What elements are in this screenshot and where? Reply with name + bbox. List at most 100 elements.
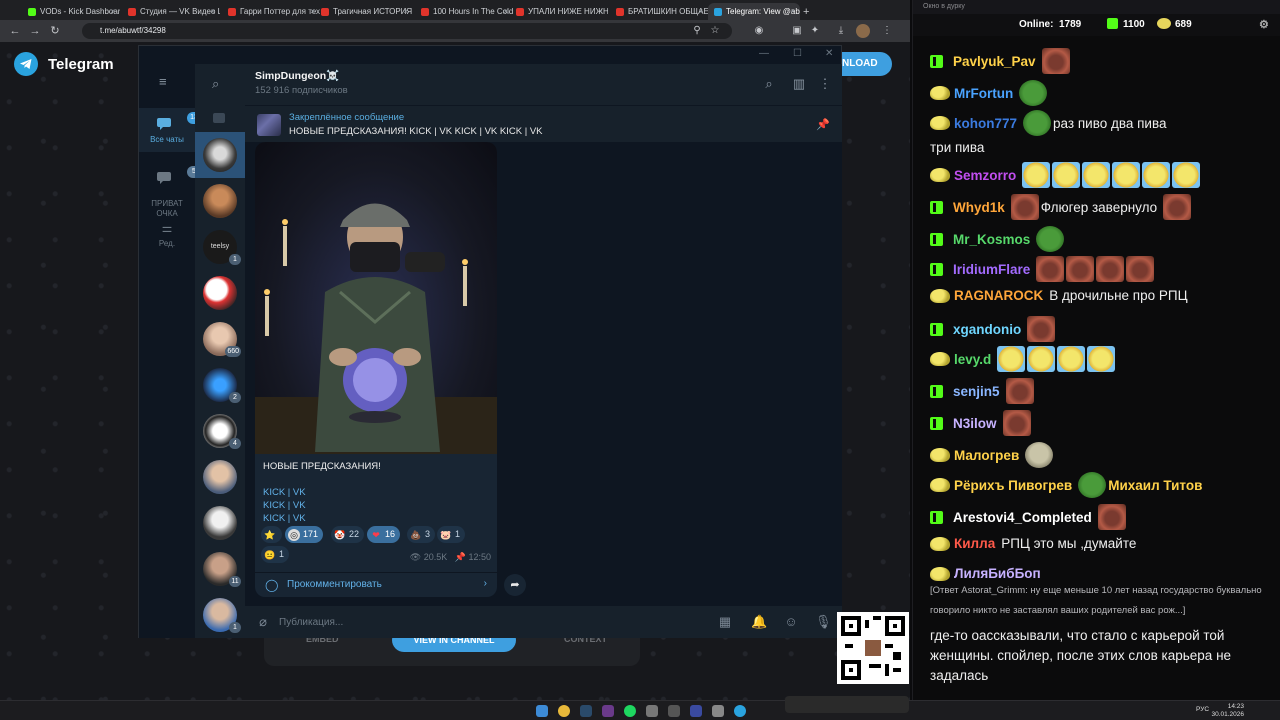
emoji-icon[interactable]: ☺ xyxy=(783,614,799,630)
extension-icon[interactable]: ▣ xyxy=(790,24,804,38)
search-icon[interactable]: ⌕ xyxy=(761,76,777,92)
spotify-icon[interactable] xyxy=(624,705,636,717)
chat-avatar[interactable] xyxy=(203,138,237,172)
reaction-pill[interactable]: ❤ 16 xyxy=(367,526,401,543)
close-tab-icon[interactable]: × xyxy=(598,7,603,16)
new-tab-button[interactable]: + xyxy=(803,3,817,20)
folder-edit[interactable]: ⚌ Ред. xyxy=(139,220,195,256)
folder-all-chats[interactable]: 13 Все чаты xyxy=(139,108,201,152)
chat-username[interactable]: Semzorro xyxy=(954,168,1016,183)
close-tab-icon[interactable]: × xyxy=(403,7,408,16)
address-bar[interactable]: t.me/abuwtf/34298 xyxy=(82,23,732,39)
post-image[interactable] xyxy=(255,142,497,454)
reload-icon[interactable]: ↻ xyxy=(48,24,62,38)
pinned-message-bar[interactable]: Закреплённое сообщение НОВЫЕ ПРЕДСКАЗАНИ… xyxy=(245,105,842,142)
share-button[interactable]: ➦ xyxy=(504,574,526,596)
attach-paperclip-icon[interactable]: ⌀ xyxy=(255,614,271,630)
reaction-pill[interactable]: 🐷 1 xyxy=(437,526,466,543)
chat-username[interactable]: xgandonio xyxy=(953,322,1021,337)
browser-tab-active[interactable]: Telegram: View @abus× xyxy=(708,3,800,20)
chat-username[interactable]: Mr_Kosmos xyxy=(953,232,1030,247)
app-icon[interactable] xyxy=(646,705,658,717)
chat-avatar[interactable] xyxy=(203,184,237,218)
app-icon[interactable] xyxy=(712,705,724,717)
reaction-star[interactable]: ⭐ xyxy=(261,526,282,543)
close-tab-icon[interactable]: × xyxy=(698,7,703,16)
chat-username[interactable]: Малогрев xyxy=(954,448,1019,463)
app-icon[interactable] xyxy=(602,705,614,717)
chat-avatar[interactable] xyxy=(203,506,237,540)
telegram-taskbar-icon[interactable] xyxy=(734,705,746,717)
windows-start-icon[interactable] xyxy=(536,705,548,717)
close-tab-icon[interactable]: × xyxy=(110,7,115,16)
youtube-favicon-icon xyxy=(228,7,236,16)
schedule-calendar-icon[interactable]: ▦ xyxy=(717,614,733,630)
close-tab-icon[interactable]: × xyxy=(210,7,215,16)
chat-username[interactable]: kohon777 xyxy=(954,116,1017,131)
bell-icon[interactable]: 🔔 xyxy=(751,614,767,630)
chat-username[interactable]: Килла xyxy=(954,536,995,551)
steam-icon[interactable] xyxy=(580,705,592,717)
hamburger-menu-icon[interactable]: ≡ xyxy=(159,75,175,88)
message-input[interactable] xyxy=(279,614,659,630)
chat-username[interactable]: IridiumFlare xyxy=(953,262,1030,277)
browser-tab[interactable]: VODs - Kick Dashboard × xyxy=(22,3,120,20)
language-indicator[interactable]: РУС xyxy=(1196,706,1209,713)
telegram-logo[interactable]: Telegram xyxy=(14,52,114,76)
channel-title[interactable]: SimpDungeon☠️ xyxy=(255,69,339,82)
minimize-icon[interactable]: — xyxy=(759,48,769,59)
search-icon[interactable]: ⌕ xyxy=(212,76,219,92)
back-icon[interactable]: ← xyxy=(8,24,22,38)
more-options-icon[interactable]: ⋮ xyxy=(817,76,833,92)
reaction-pill[interactable]: ◎ 171 xyxy=(285,526,324,543)
chat-username[interactable]: Whyd1k xyxy=(953,200,1005,215)
search-page-icon[interactable]: ⚲ xyxy=(690,24,704,38)
download-icon[interactable]: ⤓ xyxy=(834,24,848,38)
close-tab-icon[interactable]: × xyxy=(503,7,508,16)
app-icon[interactable] xyxy=(668,705,680,717)
clock[interactable]: 14:23 30.01.2026 xyxy=(1211,703,1244,719)
reaction-pill[interactable]: 🤡 22 xyxy=(331,526,365,543)
browser-tab[interactable]: Трагичная ИСТОРИЯ × xyxy=(315,3,413,20)
chat-message: MrFortun xyxy=(930,80,1270,106)
settings-gear-icon[interactable]: ⚙ xyxy=(1259,18,1269,31)
extension-icon[interactable]: ◉ xyxy=(752,24,766,38)
chat-username[interactable]: ЛиляБибБоп xyxy=(954,566,1041,581)
browser-menu-icon[interactable]: ⋮ xyxy=(880,24,894,38)
archive-icon[interactable] xyxy=(213,113,225,123)
post-link[interactable]: KICK | VK xyxy=(263,486,381,499)
chat-username[interactable]: Arestovi4_Completed xyxy=(953,510,1092,525)
close-window-icon[interactable]: ✕ xyxy=(825,48,833,59)
browser-tab[interactable]: УПАЛИ НИЖЕ НИЖН × xyxy=(510,3,608,20)
reaction-pill[interactable]: 💩 3 xyxy=(407,526,436,543)
sidebar-toggle-icon[interactable]: ▥ xyxy=(791,76,807,92)
forward-icon[interactable]: → xyxy=(28,24,42,38)
bookmark-star-icon[interactable]: ☆ xyxy=(708,24,722,38)
maximize-icon[interactable]: ☐ xyxy=(793,48,802,59)
chat-username[interactable]: N3ilow xyxy=(953,416,997,431)
chat-avatar[interactable] xyxy=(203,276,237,310)
chrome-icon[interactable] xyxy=(558,705,570,717)
close-tab-icon[interactable]: × xyxy=(790,7,795,16)
browser-tab[interactable]: Гарри Поттер для тех × xyxy=(222,3,320,20)
chat-username[interactable]: senjin5 xyxy=(953,384,1000,399)
browser-tab[interactable]: БРАТИШКИН ОБЩАЕ × xyxy=(610,3,708,20)
chat-username[interactable]: Pavlyuk_Pav xyxy=(953,54,1036,69)
browser-tab[interactable]: 100 Hours In The Cold × xyxy=(415,3,513,20)
post-link[interactable]: KICK | VK xyxy=(263,512,381,525)
browser-tab[interactable]: Студия — VK Видео Li × xyxy=(122,3,220,20)
post-link[interactable]: KICK | VK xyxy=(263,499,381,512)
chat-username[interactable]: levy.d xyxy=(954,352,991,367)
chat-username[interactable]: RAGNAROCK xyxy=(954,288,1043,303)
chat-avatar[interactable] xyxy=(203,460,237,494)
reaction-pill[interactable]: 😐 1 xyxy=(261,546,290,563)
pin-list-icon[interactable]: 📌 xyxy=(816,118,830,131)
extensions-puzzle-icon[interactable]: ✦ xyxy=(808,24,822,38)
chat-username[interactable]: MrFortun xyxy=(954,86,1013,101)
chat-username[interactable]: Рёрихъ Пивогрев xyxy=(954,478,1072,493)
comments-button[interactable]: ◯ Прокомментировать › xyxy=(255,572,497,597)
microphone-icon[interactable]: 🎙 xyxy=(815,614,832,630)
folder-private[interactable]: 5 ПРИВАТ ОЧКА xyxy=(139,160,201,218)
app-icon[interactable] xyxy=(690,705,702,717)
profile-avatar[interactable] xyxy=(856,24,870,38)
